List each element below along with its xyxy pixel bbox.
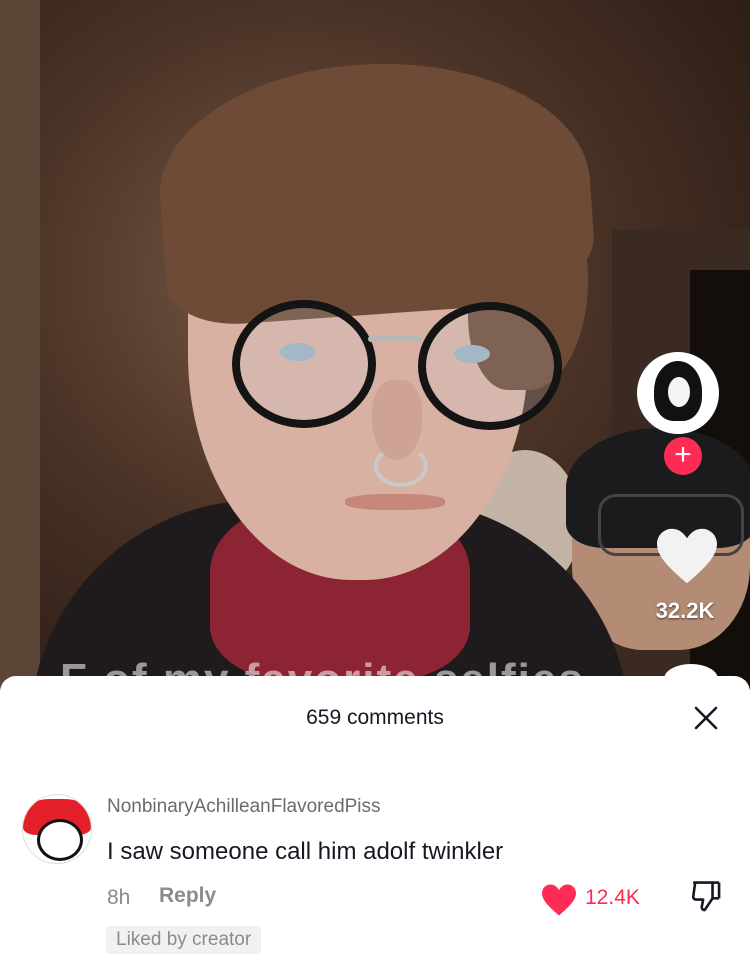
comment-like-count: 12.4K — [585, 886, 640, 909]
commenter-avatar-face — [37, 819, 83, 861]
video-player[interactable]: F of my favorite selfies + 32.2K — [0, 0, 750, 690]
reply-button[interactable]: Reply — [159, 884, 216, 908]
comment-timestamp: 8h — [107, 886, 131, 909]
subject-mouth — [345, 494, 445, 510]
commenter-username[interactable]: NonbinaryAchilleanFlavoredPiss — [107, 796, 381, 818]
creator-avatar[interactable] — [637, 352, 719, 434]
like-heart-icon[interactable] — [654, 526, 720, 586]
glasses-left-lens — [232, 300, 376, 428]
dislike-icon[interactable] — [690, 880, 722, 914]
liked-by-creator-badge: Liked by creator — [106, 926, 262, 954]
comments-count-title: 659 comments — [306, 706, 444, 729]
commenter-avatar[interactable] — [22, 794, 92, 864]
glasses-bridge — [368, 336, 422, 342]
comment-text: I saw someone call him adolf twinkler — [107, 838, 504, 865]
comments-sheet: 659 comments NonbinaryAchilleanFlavoredP… — [0, 676, 750, 963]
comment-like-heart-icon[interactable] — [540, 883, 578, 917]
close-icon[interactable] — [690, 702, 722, 734]
background-wall — [0, 0, 40, 690]
avatar-face — [668, 377, 690, 407]
glasses-right-lens — [418, 302, 562, 430]
video-like-count: 32.2K — [655, 598, 715, 623]
follow-button[interactable]: + — [664, 437, 702, 475]
septum-piercing — [374, 445, 428, 487]
